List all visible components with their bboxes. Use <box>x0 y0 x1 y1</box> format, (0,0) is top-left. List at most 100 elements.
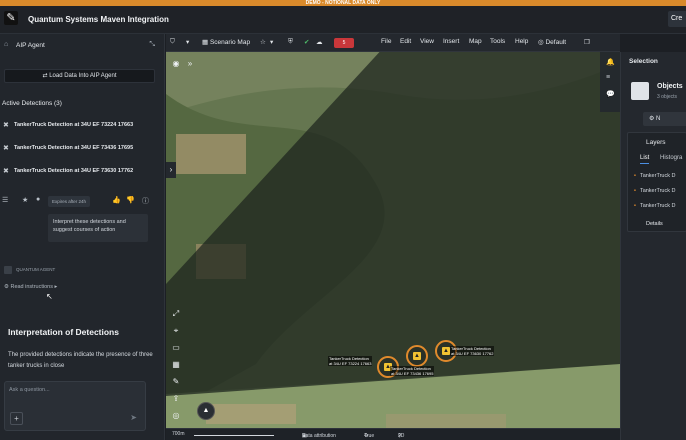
star-icon[interactable]: ★ <box>22 196 28 204</box>
copy-icon[interactable]: ❐ <box>584 38 590 46</box>
send-icon[interactable]: ➤ <box>130 413 137 422</box>
layer-row[interactable]: • TankerTruck D <box>634 188 676 194</box>
check-icon: ✔ <box>304 39 310 46</box>
layer-row[interactable]: • TankerTruck D <box>634 173 676 179</box>
export-icon[interactable]: ⇪ <box>168 391 184 407</box>
thumbs-down-icon[interactable]: 👎 <box>126 196 135 204</box>
expires-badge: Expires after 24h <box>48 196 91 207</box>
menu-help[interactable]: Help <box>515 38 528 45</box>
layer-row-label: TankerTruck D <box>639 203 676 209</box>
alerts-count: 5 <box>342 40 346 46</box>
load-data-button[interactable]: ⇄ Load Data Into AIP Agent <box>4 69 155 83</box>
scale-bar-line <box>194 435 274 436</box>
add-attachment-button[interactable]: + <box>10 412 23 425</box>
map-home-icon[interactable]: ⛉ <box>170 38 175 46</box>
cloud-icon[interactable]: ☁ <box>316 38 323 46</box>
agent-label-text: QUANTUM AGENT <box>16 267 56 273</box>
menu-file[interactable]: File <box>381 38 391 45</box>
gear-icon: ⚙ <box>649 116 657 122</box>
map-footer: 700m ▣ Data attribution ✣ True ⚲ 2D <box>166 428 620 440</box>
aip-agent-panel: ⌂ AIP Agent ⤡ ⇄ Load Data Into AIP Agent… <box>0 34 165 440</box>
layers-panel: Layers List Histogra • TankerTruck D • Tan… <box>627 132 686 232</box>
detection-item[interactable]: ✖ TankerTruck Detection at 34U EF 73630 … <box>0 166 165 178</box>
layer-row-label: TankerTruck D <box>639 173 676 179</box>
favorite-star-icon[interactable]: ☆ <box>260 38 266 46</box>
shield-icon[interactable]: ⛨ <box>288 38 293 46</box>
map-canvas[interactable] <box>166 34 620 440</box>
detection-marker[interactable]: ▲ <box>406 345 428 367</box>
cube-icon <box>631 82 649 100</box>
alerts-badge[interactable]: 5 <box>334 38 354 48</box>
layer-row[interactable]: • TankerTruck D <box>634 203 676 209</box>
satellite-imagery <box>166 34 620 440</box>
map-toolbar: ⛉ ▾ ▦ Scenario Map ☆ ▾ ⛨ ✔ ☁ 5 File Edit… <box>166 34 620 52</box>
detection-type-icon: ✖ <box>3 122 9 129</box>
layer-row-label: TankerTruck D <box>639 188 676 194</box>
right-tool-rail: 🔔 ≡ 💬 <box>600 52 620 112</box>
menu-edit[interactable]: Edit <box>400 38 411 45</box>
fit-view-icon[interactable]: ⤢ <box>168 306 184 322</box>
details-tab[interactable]: Details <box>646 221 663 227</box>
title-bar: ✎ Quantum Systems Maven Integration Cre <box>0 6 686 34</box>
bell-icon[interactable]: 🔔 <box>606 58 615 66</box>
menu-map[interactable]: Map <box>469 38 482 45</box>
collapse-icon[interactable]: ⤡ <box>149 41 155 49</box>
marker-label: TankerTruck Detection at 34U EF 73630 177… <box>450 346 495 356</box>
scenario-map-label: Scenario Map <box>209 39 251 46</box>
collapse-left-panel-icon[interactable]: › <box>166 162 176 178</box>
app-title: Quantum Systems Maven Integration <box>28 15 169 24</box>
active-detections-header: Active Detections (3) <box>2 100 62 107</box>
scenario-map-tab[interactable]: ▦ Scenario Map <box>202 38 250 46</box>
grid-icon[interactable]: ▦ <box>168 357 184 373</box>
expand-icon[interactable]: » <box>182 56 198 72</box>
marker-label: TankerTruck Detection at 34U EF 73436 176… <box>390 366 435 376</box>
menu-tools[interactable]: Tools <box>490 38 505 45</box>
layers-title: Layers <box>646 139 666 146</box>
message-toolbar: ☰ ★ ● Expires after 24h 👍 👎 ⓘ <box>0 195 165 209</box>
detection-label: TankerTruck Detection at 34U EF 73436 17… <box>14 145 134 151</box>
chevron-down-icon[interactable]: ▾ <box>270 38 273 46</box>
layers-icon[interactable]: ▭ <box>168 340 184 356</box>
tab-histogram[interactable]: Histogra <box>660 155 682 161</box>
load-data-label: Load Data Into AIP Agent <box>49 73 117 79</box>
menu-insert[interactable]: Insert <box>443 38 459 45</box>
list-icon[interactable]: ☰ <box>2 196 8 204</box>
agent-icon: ⌂ <box>4 41 9 48</box>
ask-placeholder: Ask a question... <box>9 387 50 393</box>
detection-type-icon: ✖ <box>3 145 9 152</box>
interpretation-title: Interpretation of Detections <box>8 327 119 337</box>
pin-icon[interactable]: ⌖ <box>168 323 184 339</box>
detection-item[interactable]: ✖ TankerTruck Detection at 34U EF 73224 … <box>0 120 165 132</box>
draw-icon[interactable]: ✎ <box>168 374 184 390</box>
mouse-cursor-icon: ↖ <box>46 292 53 301</box>
new-button[interactable]: ⚙ N <box>643 112 686 126</box>
agent-avatar-icon <box>4 266 12 274</box>
default-view-dropdown[interactable]: ◎ Default <box>538 38 566 46</box>
interpretation-body: The provided detections indicate the pre… <box>8 352 153 369</box>
marker-label-line2: at 34U EF 73630 17762 <box>451 351 494 356</box>
default-view-label: Default <box>545 39 567 46</box>
chevron-down-icon[interactable]: ▾ <box>186 38 189 46</box>
quantum-agent-label: QUANTUM AGENT <box>4 266 55 274</box>
marker-label-line2: at 34U EF 73436 17695 <box>391 371 434 376</box>
thumbs-up-icon[interactable]: 👍 <box>112 196 121 204</box>
menu-view[interactable]: View <box>420 38 434 45</box>
detection-label: TankerTruck Detection at 34U EF 73630 17… <box>14 168 134 174</box>
ask-question-input[interactable]: Ask a question... + ➤ <box>4 381 146 431</box>
info-icon[interactable]: ⓘ <box>142 196 149 206</box>
create-button[interactable]: Cre <box>668 11 686 27</box>
marker-label-line2: at 34U EF 73224 17663 <box>329 361 372 366</box>
view-mode-label: 2D <box>398 433 405 439</box>
detection-item[interactable]: ✖ TankerTruck Detection at 34U EF 73436 … <box>0 143 165 155</box>
tab-list[interactable]: List <box>640 155 650 164</box>
detection-type-icon: ✖ <box>3 168 9 175</box>
read-instructions-link[interactable]: ⚙ Read instructions ▸ <box>4 284 57 290</box>
data-attribution-label: Data attribution <box>302 433 336 439</box>
compass-icon[interactable]: ▲ <box>197 402 215 420</box>
objects-title: Objects <box>657 83 683 90</box>
chat-icon[interactable]: 💬 <box>606 90 615 98</box>
eye-icon[interactable]: ◎ <box>168 408 184 424</box>
marker-label: TankerTruck Detection at 34U EF 73224 176… <box>328 356 373 366</box>
list-icon[interactable]: ≡ <box>606 74 610 81</box>
detection-label: TankerTruck Detection at 34U EF 73224 17… <box>14 122 134 128</box>
